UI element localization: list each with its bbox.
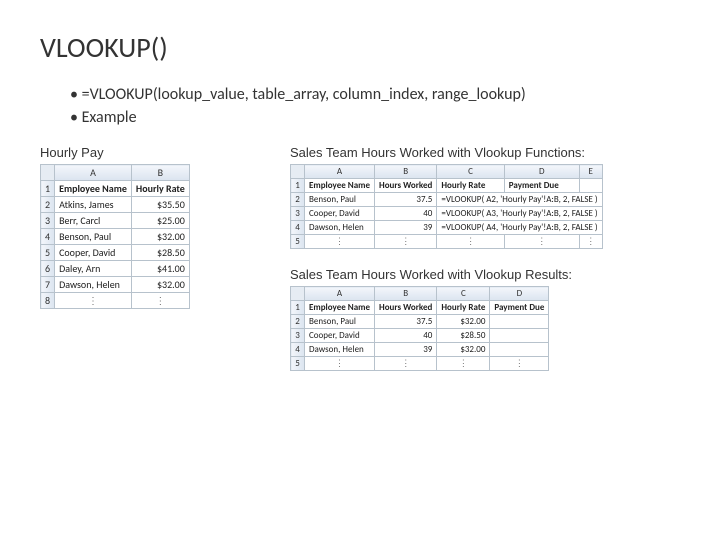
cell: Dawson, Helen [55, 277, 132, 293]
cell: Benson, Paul [305, 193, 375, 207]
cell: Dawson, Helen [305, 221, 375, 235]
cell: Cooper, David [55, 245, 132, 261]
formula-cell: =VLOOKUP( A2, 'Hourly Pay'!A:B, 2, FALSE… [437, 193, 602, 207]
cell: Berr, Carcl [55, 213, 132, 229]
cell: Benson, Paul [55, 229, 132, 245]
row-hdr: 8 [41, 293, 55, 309]
bullet-syntax: =VLOOKUP(lookup_value, table_array, colu… [70, 85, 680, 104]
hdr-due: Payment Due [504, 179, 579, 193]
cell: 39 [375, 221, 437, 235]
row-hdr: 1 [41, 181, 55, 197]
cell: $28.50 [131, 245, 189, 261]
corner-cell [41, 165, 55, 181]
results-table: A B C D 1 Employee Name Hours Worked Hou… [290, 286, 549, 371]
cell: Daley, Arn [55, 261, 132, 277]
col-hdr-a: A [55, 165, 132, 181]
col-hdr-b: B [131, 165, 189, 181]
hdr-name: Employee Name [55, 181, 132, 197]
cell: 40 [375, 207, 437, 221]
hdr-hours: Hours Worked [375, 179, 437, 193]
cell: 37.5 [375, 315, 437, 329]
cell: $41.00 [131, 261, 189, 277]
page-title: VLOOKUP() [40, 30, 680, 65]
cell: $32.00 [131, 229, 189, 245]
cell: 40 [375, 329, 437, 343]
cell: $35.50 [131, 197, 189, 213]
cell: Dawson, Helen [305, 343, 375, 357]
cell: $28.50 [437, 329, 490, 343]
hdr-rate: Hourly Rate [437, 301, 490, 315]
formula-cell: =VLOOKUP( A3, 'Hourly Pay'!A:B, 2, FALSE… [437, 207, 602, 221]
cell: Benson, Paul [305, 315, 375, 329]
formula-cell: =VLOOKUP( A4, 'Hourly Pay'!A:B, 2, FALSE… [437, 221, 602, 235]
bullet-example: Example [70, 108, 680, 127]
hdr-due: Payment Due [490, 301, 549, 315]
hdr-rate: Hourly Rate [131, 181, 189, 197]
cell: Cooper, David [305, 207, 375, 221]
bullet-list: =VLOOKUP(lookup_value, table_array, colu… [70, 85, 680, 127]
hdr-rate: Hourly Rate [437, 179, 504, 193]
functions-label: Sales Team Hours Worked with Vlookup Fun… [290, 145, 680, 160]
hourly-pay-label: Hourly Pay [40, 145, 270, 160]
cell: Cooper, David [305, 329, 375, 343]
cell: 39 [375, 343, 437, 357]
cell: $32.00 [437, 315, 490, 329]
hdr-hours: Hours Worked [375, 301, 437, 315]
results-label: Sales Team Hours Worked with Vlookup Res… [290, 267, 680, 282]
cell: $32.00 [437, 343, 490, 357]
hdr-name: Employee Name [305, 301, 375, 315]
cell: $32.00 [131, 277, 189, 293]
cell: $25.00 [131, 213, 189, 229]
functions-table: A B C D E 1 Employee Name Hours Worked H… [290, 164, 603, 249]
hourly-pay-table: A B 1 Employee Name Hourly Rate 2Atkins,… [40, 164, 190, 309]
dots: ⋮ [131, 293, 189, 309]
dots: ⋮ [55, 293, 132, 309]
hdr-name: Employee Name [305, 179, 375, 193]
cell: 37.5 [375, 193, 437, 207]
cell: Atkins, James [55, 197, 132, 213]
